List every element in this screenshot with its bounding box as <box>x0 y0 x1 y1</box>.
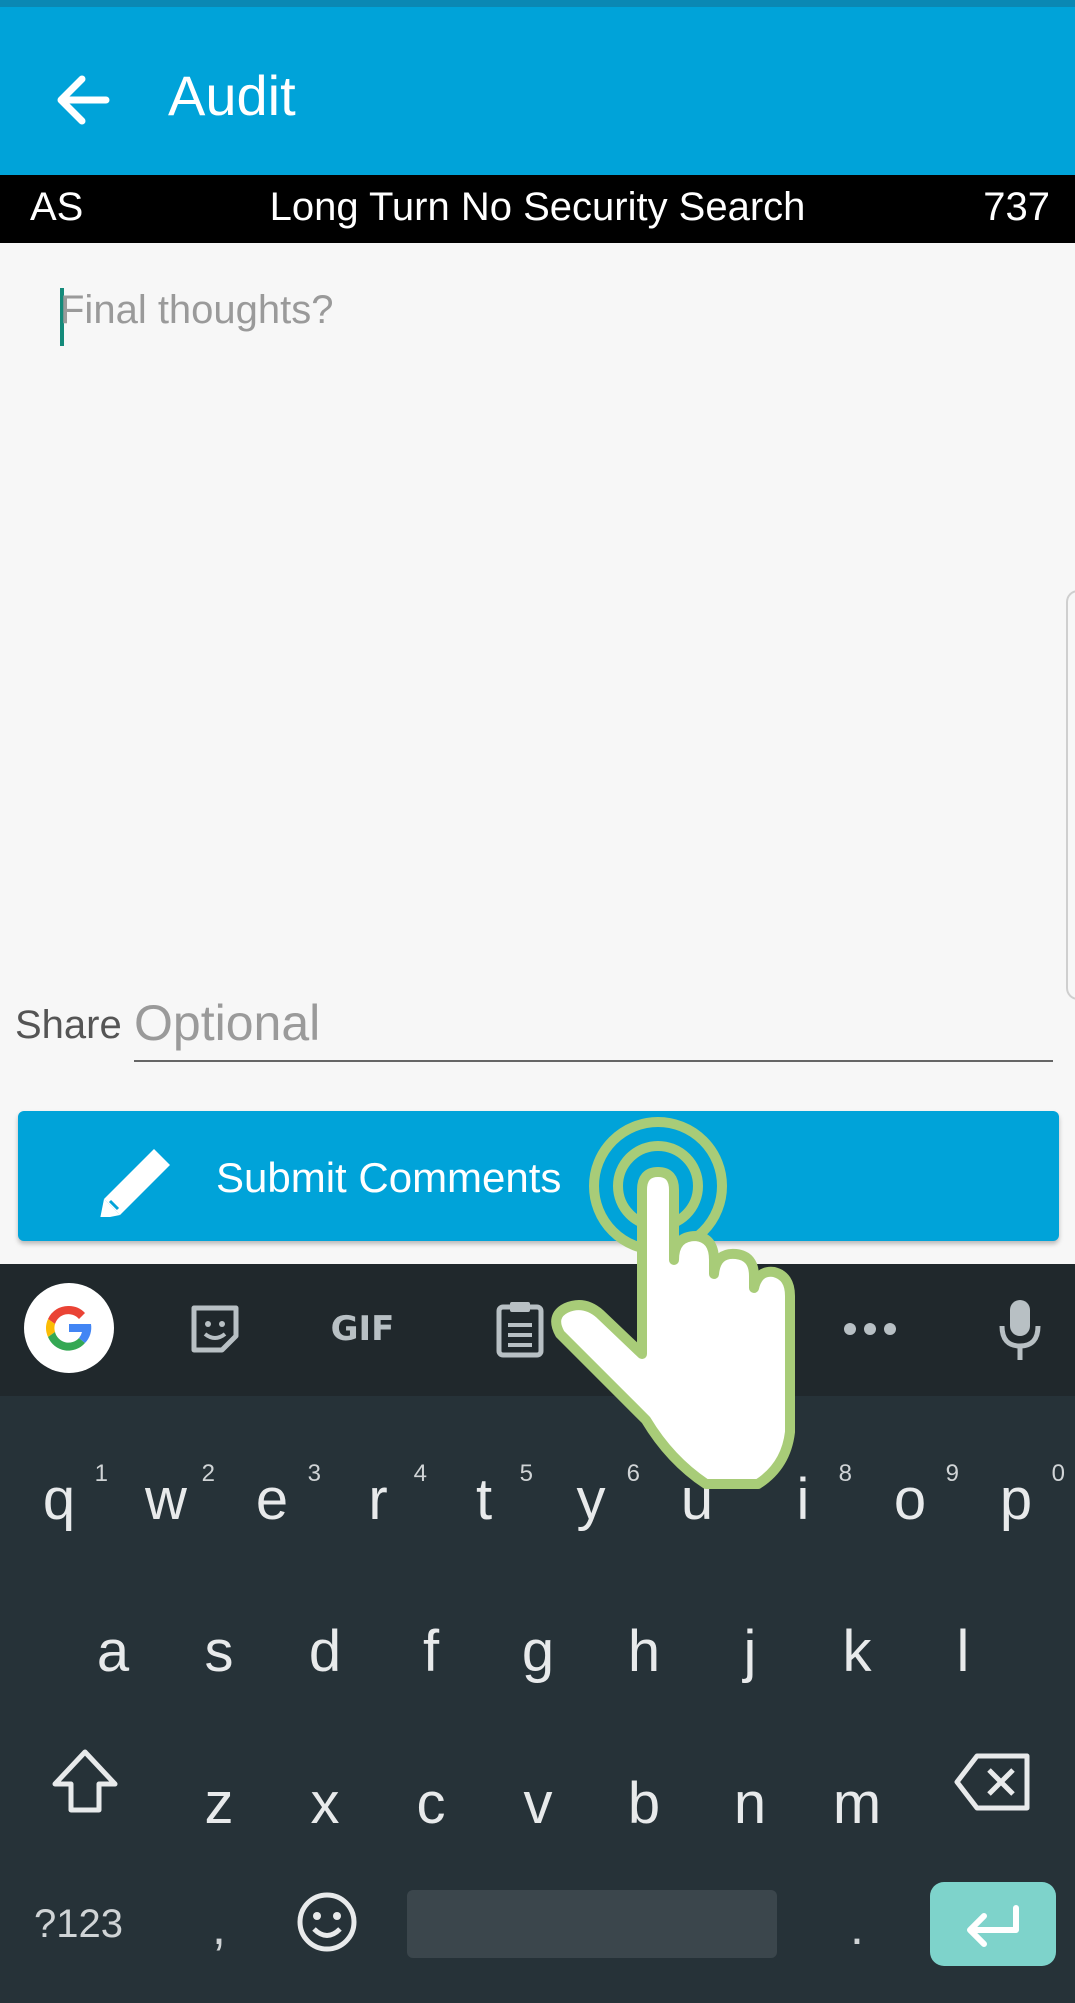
key-o[interactable]: o9 <box>865 1460 959 1533</box>
key-m[interactable]: m <box>812 1770 902 1837</box>
comment-area[interactable] <box>0 243 1075 983</box>
sticker-icon[interactable] <box>180 1294 250 1364</box>
share-input[interactable]: Optional <box>134 990 1053 1062</box>
key-g[interactable]: g <box>493 1618 583 1685</box>
key-p[interactable]: p0 <box>971 1460 1065 1533</box>
key-h[interactable]: h <box>599 1618 689 1685</box>
gif-button[interactable]: GIF <box>325 1294 400 1364</box>
key-w[interactable]: w2 <box>121 1460 215 1533</box>
key-b[interactable]: b <box>599 1770 689 1837</box>
key-r[interactable]: r4 <box>333 1460 427 1533</box>
shift-key[interactable] <box>40 1746 130 1826</box>
info-bar: AS Long Turn No Security Search 737 <box>0 175 1075 243</box>
backspace-icon <box>954 1753 1030 1811</box>
key-n[interactable]: n <box>705 1770 795 1837</box>
enter-key[interactable] <box>930 1882 1056 1966</box>
symbols-key[interactable]: ?123 <box>34 1902 123 1947</box>
page-title: Audit <box>168 64 296 127</box>
app-bar: Audit <box>0 0 1075 175</box>
info-title: Long Turn No Security Search <box>269 185 806 229</box>
keyboard: q1 w2 e3 r4 t5 y6 u7 i8 o9 p0 a s d f g … <box>0 1396 1075 2003</box>
space-key[interactable] <box>407 1890 777 1958</box>
key-l[interactable]: l <box>918 1618 1008 1685</box>
key-e[interactable]: e3 <box>227 1460 321 1533</box>
pencil-icon <box>100 1149 170 1217</box>
key-t[interactable]: t5 <box>439 1460 533 1533</box>
emoji-icon <box>297 1892 357 1952</box>
submit-comments-button[interactable]: Submit Comments <box>18 1111 1059 1241</box>
period-key[interactable]: . <box>850 1898 864 1956</box>
submit-label: Submit Comments <box>216 1154 562 1201</box>
arrow-left-icon <box>57 75 110 125</box>
mic-icon[interactable] <box>985 1292 1055 1368</box>
shift-icon <box>52 1749 118 1813</box>
key-d[interactable]: d <box>280 1618 370 1685</box>
scroll-handle[interactable] <box>1066 590 1075 1000</box>
key-z[interactable]: z <box>174 1770 264 1837</box>
key-a[interactable]: a <box>68 1618 158 1685</box>
clipboard-icon[interactable] <box>485 1292 555 1366</box>
key-q[interactable]: q1 <box>14 1460 108 1533</box>
key-x[interactable]: x <box>280 1770 370 1837</box>
comment-input[interactable]: Final thoughts? <box>60 288 1020 348</box>
back-button[interactable] <box>48 65 118 135</box>
key-j[interactable]: j <box>705 1618 795 1685</box>
share-label: Share <box>15 1003 122 1047</box>
key-s[interactable]: s <box>174 1618 264 1685</box>
key-k[interactable]: k <box>812 1618 902 1685</box>
backspace-key[interactable] <box>948 1750 1038 1830</box>
key-f[interactable]: f <box>386 1618 476 1685</box>
enter-icon <box>967 1905 1019 1947</box>
tap-hand-icon <box>551 1117 795 1489</box>
key-c[interactable]: c <box>386 1770 476 1837</box>
google-icon[interactable] <box>24 1283 114 1373</box>
comma-key[interactable]: , <box>212 1898 226 1956</box>
key-v[interactable]: v <box>493 1770 583 1837</box>
emoji-key[interactable] <box>282 1890 372 1960</box>
keyboard-toolbar: GIF <box>0 1264 1075 1396</box>
info-number: 737 <box>983 185 1050 229</box>
more-icon[interactable] <box>835 1304 905 1354</box>
